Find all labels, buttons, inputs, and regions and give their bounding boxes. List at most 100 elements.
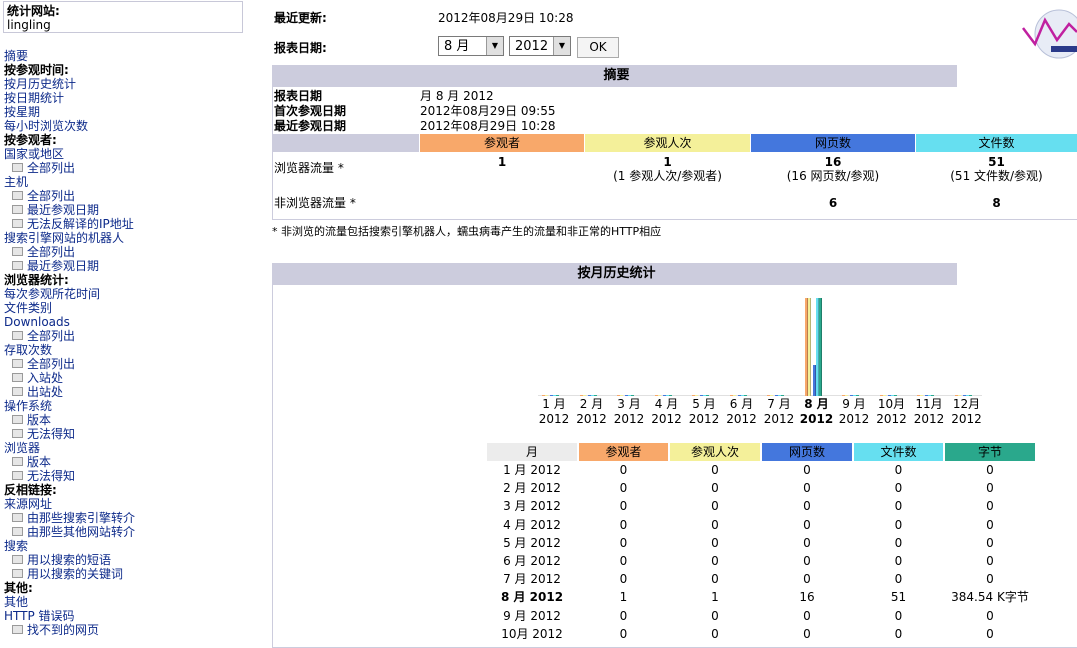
month-name: 10月 <box>877 397 906 411</box>
row-value: 0 <box>711 463 719 477</box>
menu-item-label[interactable]: 无法得知 <box>27 427 75 441</box>
month-year: 2012 <box>576 412 607 426</box>
menu-subitem[interactable]: 由那些其他网站转介 <box>4 525 135 539</box>
menu-subitem[interactable]: 无法得知 <box>4 427 135 441</box>
menu-item[interactable]: 搜索 <box>4 539 135 553</box>
menu-item-label[interactable]: 全部列出 <box>27 245 75 259</box>
menu-subitem[interactable]: 最近参观日期 <box>4 259 135 273</box>
row-value: 0 <box>986 517 994 532</box>
year-select[interactable]: 2012 ▼ <box>509 36 571 56</box>
row-value: 0 <box>803 608 811 623</box>
subitem-icon <box>12 457 23 466</box>
menu-subitem[interactable]: 找不到的网页 <box>4 623 135 637</box>
menu-item-label[interactable]: 全部列出 <box>27 161 75 175</box>
row-month: 2 月 2012 <box>503 481 561 496</box>
row-value: 1 <box>711 590 719 605</box>
menu-subitem[interactable]: 最近参观日期 <box>4 203 135 217</box>
menu-subitem[interactable]: 全部列出 <box>4 329 135 343</box>
month-name: 1 月 <box>542 397 566 411</box>
menu-subitem[interactable]: 由那些搜索引擎转介 <box>4 511 135 525</box>
menu-item[interactable]: 来源网址 <box>4 497 135 511</box>
menu-subitem[interactable]: 入站处 <box>4 371 135 385</box>
menu-item-label[interactable]: 由那些搜索引擎转介 <box>27 511 135 525</box>
chart-bar <box>968 395 972 396</box>
menu-item-label[interactable]: 浏览器 <box>4 441 40 455</box>
menu-item-label[interactable]: 无法得知 <box>27 469 75 483</box>
menu-item[interactable]: 按月历史统计 <box>4 77 135 91</box>
row-value: 0 <box>986 626 994 641</box>
menu-item-label[interactable]: 操作系统 <box>4 399 52 413</box>
menu-item-label[interactable]: 全部列出 <box>27 329 75 343</box>
menu-item-label[interactable]: 由那些其他网站转介 <box>27 525 135 539</box>
menu-subitem[interactable]: 全部列出 <box>4 357 135 371</box>
menu-item-label[interactable]: 版本 <box>27 413 51 427</box>
menu-item-label[interactable]: 国家或地区 <box>4 147 64 161</box>
menu-item-label[interactable]: 搜索 <box>4 539 28 553</box>
row-month: 5 月 2012 <box>503 535 561 550</box>
menu-item-label[interactable]: 搜索引擎网站的机器人 <box>4 231 124 245</box>
menu-subitem[interactable]: 全部列出 <box>4 189 135 203</box>
menu-subitem[interactable]: 版本 <box>4 455 135 469</box>
menu-item-label[interactable]: 全部列出 <box>27 357 75 371</box>
menu-item[interactable]: 浏览器 <box>4 441 135 455</box>
menu-subitem[interactable]: 全部列出 <box>4 245 135 259</box>
menu-item-label[interactable]: 全部列出 <box>27 189 75 203</box>
menu-item[interactable]: 国家或地区 <box>4 147 135 161</box>
menu-subitem[interactable]: 用以搜索的短语 <box>4 553 135 567</box>
menu-item-label[interactable]: 按星期 <box>4 105 40 119</box>
menu-item-label[interactable]: 找不到的网页 <box>27 623 99 637</box>
month-year: 2012 <box>688 412 720 426</box>
menu-subitem[interactable]: 无法得知 <box>4 469 135 483</box>
summary-note: * 非浏览的流量包括搜索引擎机器人，蠕虫病毒产生的流量和非正常的HTTP相应 <box>272 225 662 238</box>
chart-bar <box>770 395 773 396</box>
menu-item-label[interactable]: 摘要 <box>4 49 28 63</box>
menu-item-label[interactable]: 无法反解译的IP地址 <box>27 217 134 231</box>
menu-item[interactable]: HTTP 错误码 <box>4 609 135 623</box>
menu-item[interactable]: 存取次数 <box>4 343 135 357</box>
menu-subitem[interactable]: 全部列出 <box>4 161 135 175</box>
ok-button[interactable]: OK <box>577 37 619 58</box>
menu-item[interactable]: 每次参观所花时间 <box>4 287 135 301</box>
summary-key: 报表日期 <box>274 89 323 103</box>
summary-row: 最近参观日期 2012年08月29日 10:28 <box>274 119 555 134</box>
menu-item-label[interactable]: Downloads <box>4 315 70 329</box>
menu-item-label[interactable]: 其他 <box>4 595 28 609</box>
menu-subitem[interactable]: 出站处 <box>4 385 135 399</box>
menu-item-label[interactable]: 出站处 <box>27 385 63 399</box>
menu-item-label[interactable]: 用以搜索的关键词 <box>27 567 123 581</box>
menu-item[interactable]: 搜索引擎网站的机器人 <box>4 231 135 245</box>
menu-item-label[interactable]: 存取次数 <box>4 343 52 357</box>
menu-item[interactable]: 主机 <box>4 175 135 189</box>
menu-item[interactable]: 文件类别 <box>4 301 135 315</box>
menu-item-label[interactable]: 每次参观所花时间 <box>4 287 100 301</box>
month-select[interactable]: 8 月 ▼ <box>438 36 504 56</box>
row-value: 0 <box>986 608 994 623</box>
menu-item[interactable]: 其他 <box>4 595 135 609</box>
menu-item-label[interactable]: 用以搜索的短语 <box>27 553 111 567</box>
menu-item-label[interactable]: 最近参观日期 <box>27 259 99 273</box>
menu-item-label[interactable]: HTTP 错误码 <box>4 609 75 623</box>
menu-item-label[interactable]: 最近参观日期 <box>27 203 99 217</box>
menu-item[interactable]: 按日期统计 <box>4 91 135 105</box>
menu-item-label[interactable]: 文件类别 <box>4 301 52 315</box>
row-value: 0 <box>619 535 628 550</box>
menu-item[interactable]: 摘要 <box>4 49 135 63</box>
month-year: 2012 <box>799 412 834 426</box>
menu-item[interactable]: 操作系统 <box>4 399 135 413</box>
menu-item-label[interactable]: 按月历史统计 <box>4 77 76 91</box>
menu-item-label[interactable]: 来源网址 <box>4 497 52 511</box>
menu-item-label[interactable]: 每小时浏览次数 <box>4 119 88 133</box>
menu-item-label[interactable]: 主机 <box>4 175 28 189</box>
menu-item[interactable]: 按星期 <box>4 105 135 119</box>
menu-item[interactable]: 每小时浏览次数 <box>4 119 135 133</box>
month-name: 3 月 <box>617 397 641 411</box>
menu-subitem[interactable]: 版本 <box>4 413 135 427</box>
menu-item[interactable]: Downloads <box>4 315 135 329</box>
chart-bar <box>957 395 961 396</box>
menu-item-label[interactable]: 版本 <box>27 455 51 469</box>
row-value: 0 <box>711 608 719 623</box>
menu-item-label[interactable]: 按日期统计 <box>4 91 64 105</box>
menu-item-label[interactable]: 入站处 <box>27 371 63 385</box>
menu-subitem[interactable]: 无法反解译的IP地址 <box>4 217 135 231</box>
menu-subitem[interactable]: 用以搜索的关键词 <box>4 567 135 581</box>
